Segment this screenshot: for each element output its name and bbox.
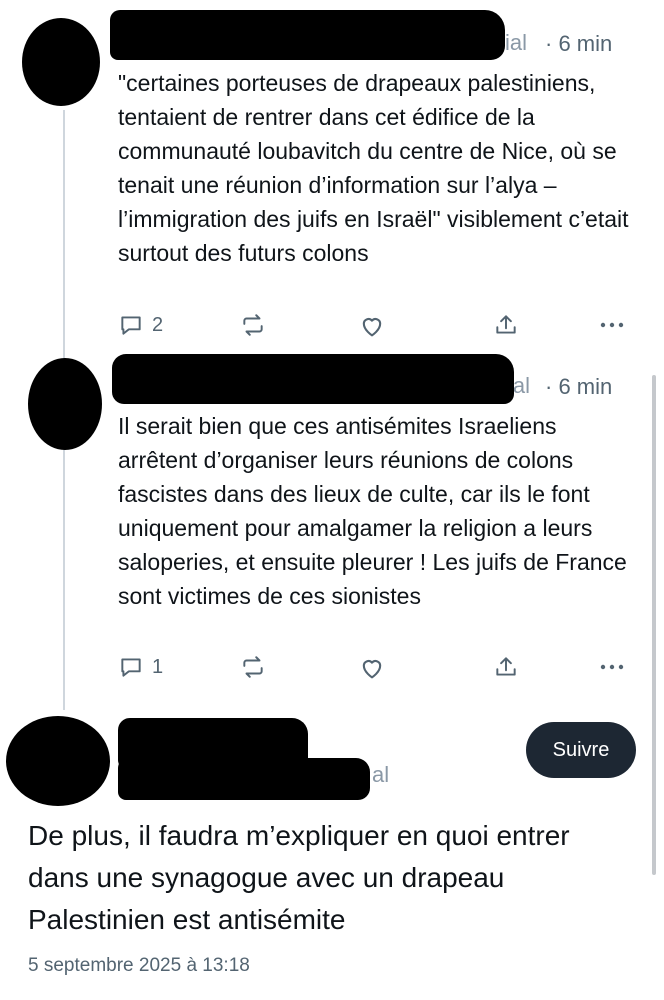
more-button[interactable] — [598, 654, 626, 680]
repost-button[interactable] — [240, 312, 266, 338]
action-bar: 2 — [118, 312, 638, 348]
reply-count: 2 — [152, 313, 164, 336]
reply-button[interactable]: 1 — [118, 654, 163, 680]
reply-icon — [121, 316, 141, 335]
post-timestamp[interactable]: 5 septembre 2025 à 13:18 — [28, 955, 250, 977]
like-button[interactable] — [358, 312, 386, 340]
redacted-author-name — [112, 354, 514, 404]
more-icon — [600, 664, 624, 670]
action-bar: 1 — [118, 654, 638, 690]
post-time[interactable]: · 6 min — [545, 31, 612, 57]
author-handle[interactable]: ial — [505, 30, 527, 56]
share-icon — [496, 657, 516, 676]
like-button[interactable] — [358, 654, 386, 682]
repost-button[interactable] — [240, 654, 266, 680]
avatar[interactable] — [6, 716, 110, 806]
reply-text: "certaines porteuses de drapeaux palesti… — [118, 70, 629, 266]
more-icon — [600, 322, 624, 328]
follow-button[interactable]: Suivre — [526, 722, 636, 778]
share-button[interactable] — [493, 654, 519, 680]
repost-icon — [243, 656, 263, 678]
more-button[interactable] — [598, 312, 626, 338]
avatar[interactable] — [28, 358, 102, 450]
post-time[interactable]: · 6 min — [545, 374, 612, 400]
author-handle[interactable]: al — [372, 762, 389, 788]
post-text: De plus, il faudra m’expliquer en quoi e… — [28, 820, 570, 935]
avatar[interactable] — [22, 18, 100, 106]
repost-icon — [243, 314, 263, 336]
share-icon — [496, 315, 516, 334]
share-button[interactable] — [493, 312, 519, 338]
scrollbar[interactable] — [652, 375, 656, 875]
redacted-author-name — [110, 10, 505, 60]
reply-count: 1 — [152, 655, 164, 678]
reply-text: Il serait bien que ces antisémites Israe… — [118, 413, 627, 609]
redacted-author-handle — [118, 758, 370, 800]
reply-button[interactable]: 2 — [118, 312, 163, 338]
reply-icon — [121, 658, 141, 677]
like-icon — [362, 318, 382, 337]
like-icon — [362, 660, 382, 679]
